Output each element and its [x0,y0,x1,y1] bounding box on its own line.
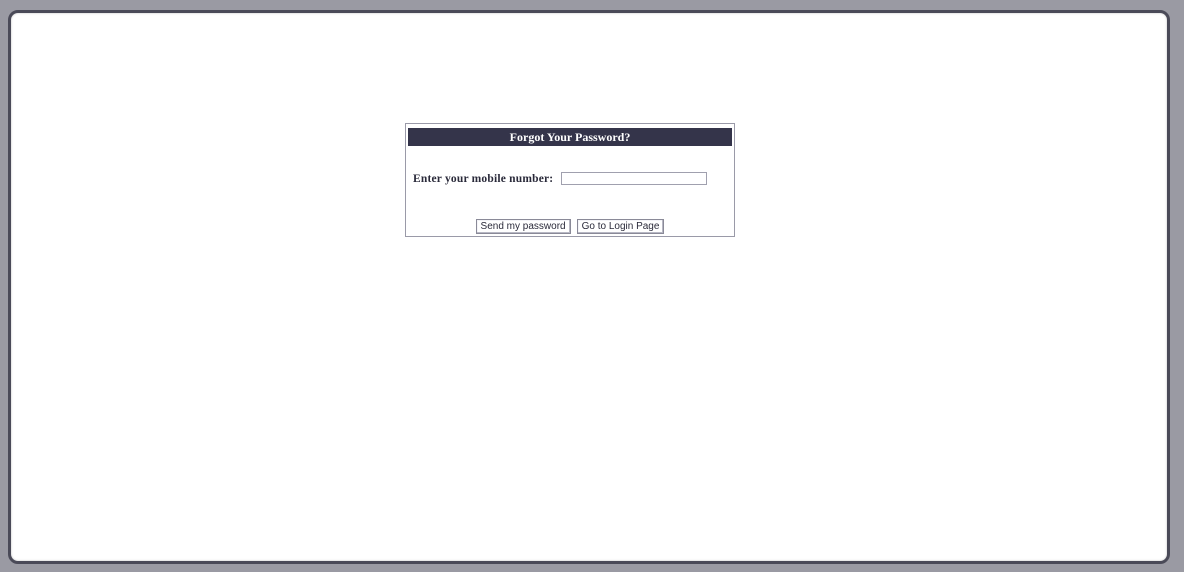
send-password-button[interactable]: Send my password [475,219,571,234]
mobile-number-label: Enter your mobile number: [413,172,554,185]
mobile-number-row: Enter your mobile number: [413,172,708,185]
forgot-password-panel: Forgot Your Password? Enter your mobile … [405,123,735,237]
panel-title: Forgot Your Password? [408,128,732,146]
go-to-login-button[interactable]: Go to Login Page [576,219,665,234]
page-viewport: Forgot Your Password? Enter your mobile … [8,10,1170,564]
monitor-frame: Forgot Your Password? Enter your mobile … [0,0,1184,572]
mobile-number-input[interactable] [561,172,708,185]
button-row: Send my password Go to Login Page [406,216,734,234]
